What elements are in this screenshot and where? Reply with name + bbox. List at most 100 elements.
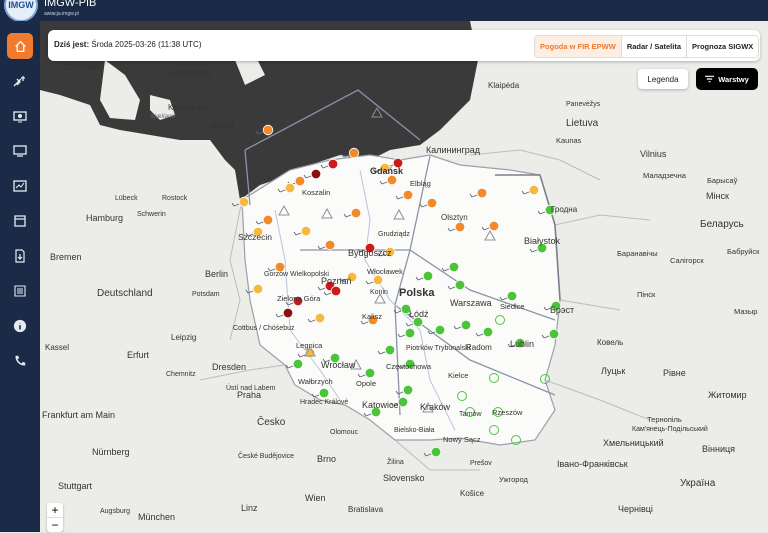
weather-station-marker[interactable] bbox=[372, 162, 391, 174]
top-bar: IMGW IMGW-PIB awiacja.imgw.pl bbox=[0, 0, 768, 22]
layers-label: Warstwy bbox=[718, 74, 749, 84]
weather-station-marker[interactable] bbox=[489, 373, 499, 383]
weather-station-marker[interactable] bbox=[322, 352, 341, 364]
weather-station-marker[interactable] bbox=[540, 374, 550, 384]
weather-station-marker[interactable] bbox=[255, 214, 274, 226]
airport-triangle-marker[interactable] bbox=[374, 292, 386, 304]
weather-station-marker[interactable] bbox=[511, 435, 521, 445]
weather-station-marker[interactable] bbox=[475, 326, 494, 338]
airport-triangle-marker[interactable] bbox=[484, 229, 496, 241]
filter-icon bbox=[705, 75, 715, 83]
weather-station-marker[interactable] bbox=[453, 319, 472, 331]
weather-station-marker[interactable] bbox=[311, 387, 330, 399]
airport-triangle-marker[interactable] bbox=[278, 204, 290, 216]
weather-station-marker[interactable] bbox=[495, 315, 505, 325]
airport-triangle-marker[interactable] bbox=[350, 358, 362, 370]
weather-station-marker[interactable] bbox=[285, 358, 304, 370]
weather-station-marker[interactable] bbox=[447, 279, 466, 291]
weather-station-marker[interactable] bbox=[320, 158, 339, 170]
weather-station-marker[interactable] bbox=[341, 147, 360, 159]
weather-station-marker[interactable] bbox=[395, 384, 414, 396]
weather-station-marker[interactable] bbox=[357, 367, 376, 379]
data-chart-icon[interactable] bbox=[7, 173, 33, 199]
weather-station-marker[interactable] bbox=[419, 197, 438, 209]
weather-station-marker[interactable] bbox=[529, 242, 548, 254]
brand-name: IMGW-PIB bbox=[44, 0, 97, 9]
tab-fir-weather[interactable]: Pogoda w FIR EPWW bbox=[535, 36, 621, 57]
weather-station-marker[interactable] bbox=[405, 316, 424, 328]
airport-triangle-marker[interactable] bbox=[321, 207, 333, 219]
weather-station-marker[interactable] bbox=[499, 290, 518, 302]
weather-station-marker[interactable] bbox=[379, 174, 398, 186]
date-value: Środa 2025-03-26 (11:38 UTC) bbox=[91, 40, 202, 49]
view-tabs: Pogoda w FIR EPWW Radar / Satelita Progn… bbox=[534, 35, 760, 58]
weather-station-marker[interactable] bbox=[390, 396, 409, 408]
weather-station-marker[interactable] bbox=[285, 295, 304, 307]
weather-station-marker[interactable] bbox=[377, 344, 396, 356]
weather-station-marker[interactable] bbox=[357, 242, 376, 254]
zoom-control: + − bbox=[47, 503, 63, 533]
weather-station-marker[interactable] bbox=[307, 312, 326, 324]
weather-station-marker[interactable] bbox=[543, 300, 562, 312]
weather-station-marker[interactable] bbox=[441, 261, 460, 273]
airport-triangle-marker[interactable] bbox=[422, 401, 434, 413]
weather-station-marker[interactable] bbox=[397, 327, 416, 339]
weather-station-marker[interactable] bbox=[360, 314, 379, 326]
home-icon[interactable] bbox=[7, 33, 33, 59]
airport-triangle-marker[interactable] bbox=[371, 106, 383, 118]
weather-station-marker[interactable] bbox=[267, 261, 286, 273]
info-icon[interactable] bbox=[7, 313, 33, 339]
radar-display-icon[interactable] bbox=[7, 103, 33, 129]
weather-map[interactable]: Danmark Helsingborg København Sjælland M… bbox=[40, 21, 768, 532]
current-date: Dziś jest: Środa 2025-03-26 (11:38 UTC) bbox=[54, 40, 202, 49]
weather-station-marker[interactable] bbox=[293, 225, 312, 237]
logo-text: IMGW bbox=[8, 0, 34, 10]
tab-radar-satellite[interactable]: Radar / Satelita bbox=[620, 36, 687, 57]
weather-station-marker[interactable] bbox=[317, 239, 336, 251]
weather-station-marker[interactable] bbox=[469, 187, 488, 199]
weather-station-marker[interactable] bbox=[493, 407, 503, 417]
weather-station-marker[interactable] bbox=[489, 425, 499, 435]
weather-station-marker[interactable] bbox=[275, 307, 294, 319]
weather-station-marker[interactable] bbox=[541, 328, 560, 340]
airport-triangle-marker[interactable] bbox=[393, 208, 405, 220]
weather-station-marker[interactable] bbox=[245, 226, 264, 238]
weather-station-marker[interactable] bbox=[255, 124, 274, 136]
weather-station-marker[interactable] bbox=[343, 207, 362, 219]
weather-station-marker[interactable] bbox=[521, 184, 540, 196]
document-download-icon[interactable] bbox=[7, 243, 33, 269]
weather-station-marker[interactable] bbox=[465, 407, 475, 417]
sidebar bbox=[0, 21, 40, 532]
station-markers[interactable] bbox=[40, 21, 768, 532]
weather-station-marker[interactable] bbox=[507, 337, 526, 349]
weather-station-marker[interactable] bbox=[423, 446, 442, 458]
tab-sigwx-forecast[interactable]: Prognoza SIGWX bbox=[686, 36, 759, 57]
weather-station-marker[interactable] bbox=[397, 358, 416, 370]
weather-station-marker[interactable] bbox=[537, 204, 556, 216]
phone-icon[interactable] bbox=[7, 348, 33, 374]
layers-button[interactable]: Warstwy bbox=[696, 68, 758, 90]
weather-station-marker[interactable] bbox=[245, 283, 264, 295]
weather-station-marker[interactable] bbox=[303, 168, 322, 180]
weather-station-marker[interactable] bbox=[277, 182, 296, 194]
zoom-out-button[interactable]: − bbox=[47, 518, 63, 533]
weather-station-marker[interactable] bbox=[415, 270, 434, 282]
airport-weather-icon[interactable] bbox=[7, 68, 33, 94]
weather-station-marker[interactable] bbox=[457, 391, 467, 401]
legend-button[interactable]: Legenda bbox=[638, 69, 688, 89]
weather-station-marker[interactable] bbox=[365, 274, 384, 286]
weather-station-marker[interactable] bbox=[363, 406, 382, 418]
imgw-logo[interactable]: IMGW bbox=[4, 0, 38, 22]
weather-station-marker[interactable] bbox=[481, 220, 500, 232]
weather-station-marker[interactable] bbox=[395, 189, 414, 201]
zoom-in-button[interactable]: + bbox=[47, 503, 63, 518]
weather-station-marker[interactable] bbox=[427, 324, 446, 336]
weather-station-marker[interactable] bbox=[377, 246, 396, 258]
weather-station-marker[interactable] bbox=[231, 196, 250, 208]
book-icon[interactable] bbox=[7, 208, 33, 234]
list-icon[interactable] bbox=[7, 278, 33, 304]
weather-station-marker[interactable] bbox=[339, 271, 358, 283]
weather-station-marker[interactable] bbox=[447, 221, 466, 233]
monitor-icon[interactable] bbox=[7, 138, 33, 164]
weather-station-marker[interactable] bbox=[393, 303, 412, 315]
